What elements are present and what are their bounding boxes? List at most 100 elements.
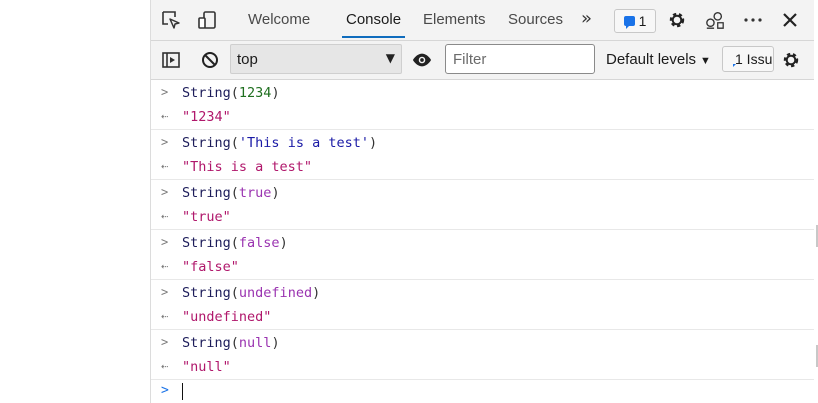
argument: 1234: [238, 85, 272, 101]
context-selector-value: top: [237, 51, 258, 68]
issues-counter-button[interactable]: 1: [614, 9, 656, 33]
console-output-line: ⇠ "false": [151, 256, 814, 280]
log-levels-dropdown[interactable]: Default levels ▼: [606, 51, 711, 68]
open-paren: (: [230, 185, 239, 201]
issues-button-label: 1 Issue: [735, 51, 773, 67]
console-entry: > String('This is a test') ⇠ "This is a te…: [151, 130, 814, 180]
console-input-line[interactable]: > String(true): [151, 182, 814, 206]
gear-icon[interactable]: [667, 10, 687, 30]
console-entry: > String(1234) ⇠ "1234": [151, 80, 814, 130]
input-chevron-icon: >: [161, 335, 169, 349]
input-chevron-icon: >: [161, 185, 169, 199]
input-chevron-icon: >: [161, 235, 169, 249]
tab-console[interactable]: Console: [342, 0, 406, 40]
console-input-line[interactable]: > String(false): [151, 232, 814, 256]
close-paren: ): [312, 285, 321, 301]
clear-console-icon[interactable]: [200, 50, 220, 70]
tab-elements[interactable]: Elements: [423, 0, 486, 40]
function-name: String: [182, 285, 231, 301]
function-name: String: [182, 85, 231, 101]
open-paren: (: [230, 285, 239, 301]
output-return-icon: ⇠: [161, 159, 169, 173]
log-levels-label: Default levels: [606, 51, 697, 68]
close-paren: ): [271, 335, 280, 351]
output-return-icon: ⇠: [161, 359, 169, 373]
message-icon: [623, 16, 635, 29]
input-chevron-icon: >: [161, 135, 169, 149]
tab-welcome-label: Welcome: [248, 11, 311, 28]
close-paren: ): [271, 185, 280, 201]
console-output-line: ⇠ "null": [151, 356, 814, 380]
open-paren: (: [230, 335, 239, 351]
console-log: > String(1234) ⇠ "1234" > String('This is a…: [151, 80, 814, 380]
devtools-panel: Welcome Console Elements Sources » 1 top…: [150, 0, 815, 403]
function-name: String: [182, 335, 231, 351]
console-output-line: ⇠ "true": [151, 206, 814, 230]
function-name: String: [182, 235, 231, 251]
console-output-line: ⇠ "1234": [151, 106, 814, 130]
sidebar-toggle-icon[interactable]: [161, 50, 181, 70]
context-selector[interactable]: top ▼: [230, 44, 402, 74]
tab-sources-label: Sources: [508, 11, 564, 28]
inspect-element-icon[interactable]: [161, 10, 181, 30]
argument: null: [238, 335, 272, 351]
argument: true: [238, 185, 272, 201]
console-toolbar: top ▼ Default levels▼ 1 Issue: [151, 41, 814, 80]
right-edge-strip: [814, 0, 818, 403]
result-value: "1234": [182, 109, 231, 125]
close-paren: ): [368, 135, 378, 151]
console-entry: > String(false) ⇠ "false": [151, 230, 814, 280]
dropdown-arrow-icon: ▼: [700, 55, 711, 67]
result-value: "This is a test": [182, 159, 313, 175]
blank-page-area: [0, 0, 150, 403]
output-return-icon: ⇠: [161, 109, 169, 123]
argument: undefined: [238, 285, 313, 301]
output-return-icon: ⇠: [161, 259, 169, 273]
result-value: "false": [182, 259, 239, 275]
live-expression-icon[interactable]: [412, 50, 432, 70]
console-entry: > String(undefined) ⇠ "undefined": [151, 280, 814, 330]
output-return-icon: ⇠: [161, 309, 169, 323]
result-value: "null": [182, 359, 231, 375]
active-tab-indicator: [342, 36, 406, 38]
output-return-icon: ⇠: [161, 209, 169, 223]
filter-input[interactable]: [445, 44, 595, 74]
open-paren: (: [230, 85, 239, 101]
console-input-line[interactable]: > String(null): [151, 332, 814, 356]
result-value: "true": [182, 209, 231, 225]
open-paren: (: [230, 135, 239, 151]
console-output-line: ⇠ "undefined": [151, 306, 814, 330]
console-entry: > String(null) ⇠ "null": [151, 330, 814, 380]
console-entry: > String(true) ⇠ "true": [151, 180, 814, 230]
argument: false: [238, 235, 280, 251]
close-icon[interactable]: [780, 10, 800, 30]
dropdown-arrow-icon: ▼: [385, 51, 395, 65]
issues-count: 1: [638, 13, 647, 29]
open-paren: (: [230, 235, 239, 251]
text-caret: [182, 383, 183, 400]
tab-sources[interactable]: Sources: [508, 0, 563, 40]
console-settings-gear-icon[interactable]: [781, 50, 801, 70]
console-input-line[interactable]: > String(1234): [151, 82, 814, 106]
input-chevron-icon: >: [161, 85, 169, 99]
remote-devices-icon[interactable]: [705, 10, 725, 30]
more-options-icon[interactable]: [743, 10, 763, 30]
tab-welcome[interactable]: Welcome: [248, 0, 310, 40]
prompt-chevron-icon: >: [161, 383, 169, 398]
console-output-line: ⇠ "This is a test": [151, 156, 814, 180]
close-paren: ): [279, 235, 288, 251]
console-input-line[interactable]: > String(undefined): [151, 282, 814, 306]
result-value: "undefined": [182, 309, 272, 325]
argument: 'This is a test': [238, 135, 369, 151]
console-prompt[interactable]: >: [151, 380, 814, 403]
function-name: String: [182, 135, 231, 151]
close-paren: ): [271, 85, 280, 101]
tab-console-label: Console: [346, 11, 402, 28]
more-tabs-button[interactable]: »: [581, 8, 592, 29]
device-emulation-icon[interactable]: [197, 10, 217, 30]
console-input-line[interactable]: > String('This is a test'): [151, 132, 814, 156]
tab-elements-label: Elements: [423, 11, 486, 28]
devtools-tab-bar: Welcome Console Elements Sources » 1: [151, 0, 814, 41]
issues-button[interactable]: 1 Issue: [722, 46, 774, 72]
function-name: String: [182, 185, 231, 201]
